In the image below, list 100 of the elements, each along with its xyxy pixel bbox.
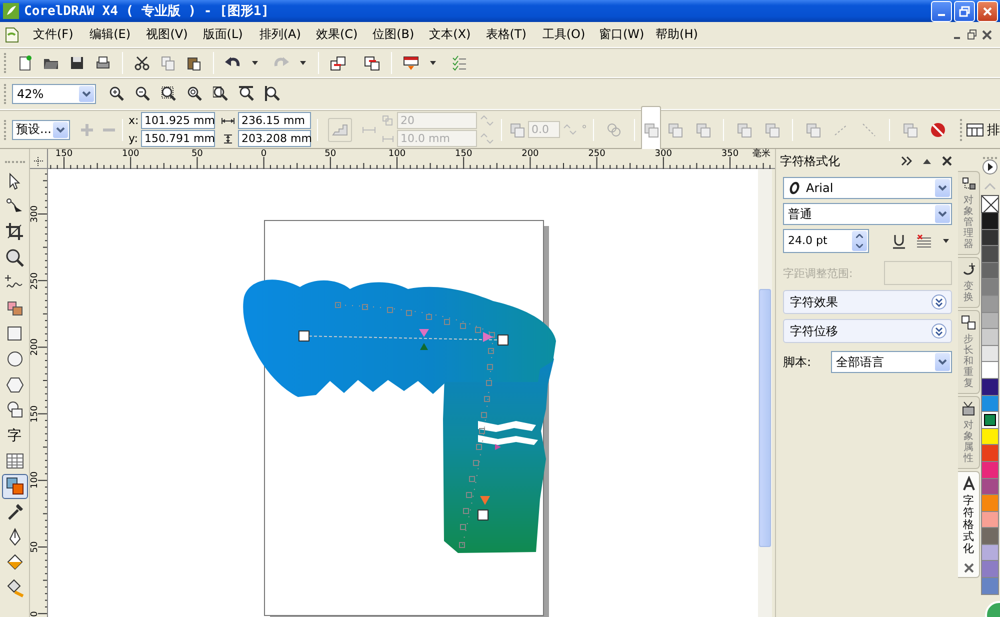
restore-icon[interactable] [967, 28, 977, 40]
zoom-out-icon[interactable] [135, 86, 151, 102]
color-swatch[interactable] [981, 346, 999, 362]
strikethrough-icon[interactable] [916, 234, 932, 248]
color-swatch[interactable] [981, 362, 999, 379]
menu-item[interactable]: 版面(L) [202, 26, 260, 43]
color-swatch[interactable] [981, 462, 999, 478]
color-swatch[interactable] [981, 528, 999, 545]
zoom-all-icon[interactable] [187, 86, 203, 102]
color-swatch[interactable] [981, 378, 999, 396]
export-icon[interactable] [364, 55, 380, 71]
docker-tab[interactable]: 对象管理器 [958, 171, 980, 255]
menu-item[interactable]: 排列(A) [259, 26, 316, 43]
kerning-field[interactable] [884, 261, 952, 285]
menu-item[interactable]: 位图(B) [372, 26, 430, 43]
spin-down-icon[interactable] [856, 244, 863, 248]
section-header[interactable]: 字符位移 [783, 319, 952, 343]
color-swatch[interactable] [981, 296, 999, 313]
scrollbar-thumb[interactable] [759, 289, 771, 547]
close-button[interactable] [977, 0, 998, 22]
color-swatch[interactable] [981, 495, 999, 512]
ruler-label: 100 [30, 470, 40, 491]
color-swatch[interactable] [981, 246, 999, 263]
caret-icon[interactable] [251, 59, 259, 67]
menu-item[interactable]: 编辑(E) [90, 26, 146, 43]
scroll-right-icon[interactable] [982, 159, 998, 175]
y-field[interactable]: 150.791 mm [140, 130, 214, 147]
object-tab-icon [961, 176, 976, 191]
x-field[interactable]: 101.925 mm [140, 112, 214, 129]
caret-icon[interactable] [429, 59, 437, 67]
size-field[interactable]: 24.0 pt [783, 229, 869, 253]
section-header[interactable]: 字符效果 [783, 290, 952, 314]
color-swatch[interactable] [981, 561, 999, 578]
color-swatch[interactable] [981, 312, 999, 330]
ruler-origin-icon[interactable] [32, 156, 44, 168]
menu-item[interactable]: 帮助(H) [656, 26, 712, 43]
menu-item[interactable]: 文件(F) [33, 26, 90, 43]
printer-icon[interactable] [95, 55, 111, 71]
docker-tab[interactable]: 对象属性 [958, 396, 980, 469]
basicshapes-icon [4, 400, 24, 420]
close-icon[interactable] [982, 28, 992, 40]
caret-icon[interactable] [299, 59, 307, 67]
font-dropdown[interactable]: Arial [783, 177, 952, 199]
color-swatch[interactable] [981, 412, 999, 429]
new-document-icon[interactable] [17, 55, 33, 71]
caret-icon[interactable] [942, 237, 950, 245]
zoom-page-icon[interactable] [213, 86, 229, 102]
color-accel-icon[interactable] [763, 120, 781, 138]
color-swatch[interactable] [981, 262, 999, 280]
text-tool[interactable]: 字 [2, 422, 28, 448]
menu-item[interactable]: 效果(C) [316, 26, 373, 43]
color-swatch[interactable] [981, 396, 999, 412]
menu-item[interactable]: 工具(O) [542, 26, 599, 43]
script-dropdown[interactable]: 全部语言 [831, 351, 952, 373]
zoom-dropdown[interactable]: 42% [12, 84, 96, 104]
close-icon[interactable] [964, 563, 974, 574]
docker-tab[interactable]: 变换 [958, 257, 980, 308]
color-swatch[interactable] [981, 213, 999, 230]
zoom-in-icon[interactable] [109, 86, 125, 102]
start-object-icon[interactable] [804, 120, 822, 138]
width-field[interactable]: 236.15 mm [238, 112, 310, 129]
page-width-icon[interactable] [239, 86, 255, 102]
menu-item[interactable]: 窗口(W) [598, 26, 656, 43]
minimize-button[interactable] [931, 0, 952, 22]
options-list-icon[interactable] [451, 55, 467, 71]
docker-tab[interactable]: 字符格式化 [958, 471, 980, 578]
paste-icon[interactable] [186, 55, 202, 71]
color-swatch[interactable] [981, 445, 999, 462]
clear-blend-icon[interactable] [929, 120, 947, 138]
page-height-icon[interactable] [265, 86, 281, 102]
menu-item[interactable]: 表格(T) [486, 26, 542, 43]
color-swatch[interactable] [981, 512, 999, 528]
save-icon[interactable] [69, 55, 85, 71]
zoom-selected-icon[interactable] [161, 86, 177, 102]
preset-dropdown[interactable]: 预设... [12, 120, 70, 140]
close-icon[interactable] [942, 156, 952, 166]
arrange-label[interactable]: 排 [987, 120, 1000, 138]
restore-button[interactable] [954, 0, 975, 22]
height-field[interactable]: 203.208 mm [238, 130, 310, 147]
color-swatch[interactable] [981, 428, 999, 446]
style-dropdown[interactable]: 普通 [783, 203, 952, 225]
menu-item[interactable]: 视图(V) [146, 26, 203, 43]
underline-icon[interactable] [892, 234, 906, 248]
ruler-label: 100 [122, 149, 140, 159]
color-swatch[interactable] [981, 279, 999, 296]
color-swatch[interactable] [981, 230, 999, 246]
no-color-swatch[interactable] [981, 195, 999, 213]
color-swatch[interactable] [981, 478, 999, 496]
docker-tab[interactable]: 步长和重复 [958, 310, 980, 394]
color-swatch[interactable] [981, 578, 999, 595]
color-swatch[interactable] [981, 544, 999, 562]
spin-up-icon[interactable] [856, 234, 863, 238]
arrange-icon[interactable] [966, 120, 984, 138]
color-swatch[interactable] [981, 329, 999, 346]
launcher-icon[interactable] [403, 55, 419, 71]
import-icon[interactable] [330, 55, 346, 71]
scissors-icon[interactable] [134, 55, 150, 71]
blend-tool[interactable] [2, 474, 28, 500]
expand-icon[interactable] [901, 155, 912, 167]
menu-item[interactable]: 文本(X) [429, 26, 486, 43]
